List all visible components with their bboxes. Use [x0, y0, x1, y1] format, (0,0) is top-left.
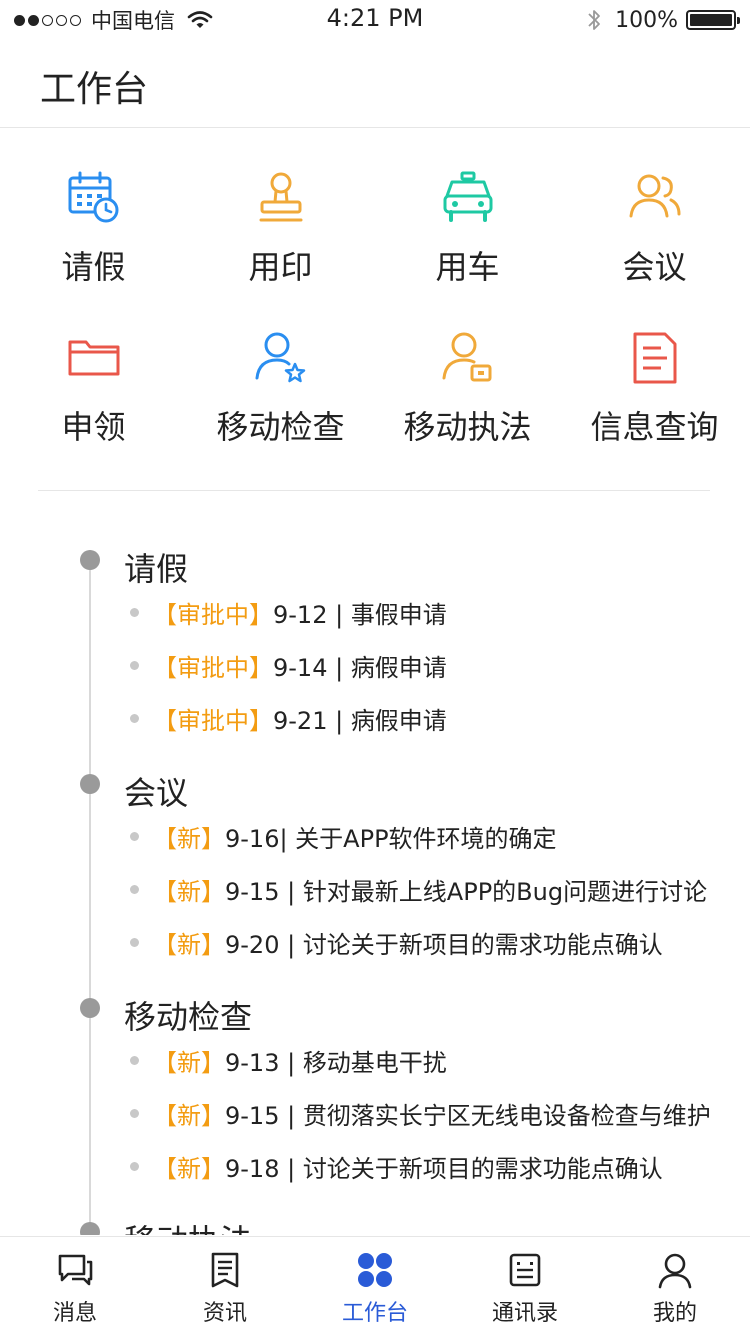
list-item[interactable]: 【审批中】 9-12 | 事假申请 — [130, 592, 447, 632]
tab-label: 工作台 — [341, 1301, 408, 1326]
bullet-icon — [130, 884, 139, 894]
news-icon — [211, 1252, 239, 1288]
contacts-icon — [509, 1253, 541, 1287]
grid-item-meeting[interactable]: 会议 — [561, 150, 748, 300]
bullet-icon — [130, 831, 139, 841]
timeline-dot — [80, 1222, 100, 1235]
status-tag: 【审批中】 — [153, 706, 273, 735]
tab-workbench[interactable]: 工作台 — [300, 1237, 450, 1334]
grid-item-info-query[interactable]: 信息查询 — [561, 310, 748, 460]
page-title: 工作台 — [40, 69, 149, 110]
status-tag: 【新】 — [153, 930, 225, 959]
status-tag: 【新】 — [153, 1048, 225, 1077]
user-badge-icon — [442, 332, 491, 382]
timeline-dot — [80, 998, 100, 1018]
bullet-icon — [130, 713, 139, 723]
list-item[interactable]: 【新】 9-13 | 移动基电干扰 — [130, 1040, 447, 1080]
bullet-icon — [130, 937, 139, 947]
list-item[interactable]: 【审批中】 9-14 | 病假申请 — [130, 645, 447, 685]
timeline-title[interactable]: 移动检查 — [124, 992, 252, 1038]
timeline-title[interactable]: 移动执法 — [124, 1216, 252, 1235]
bullet-icon — [130, 1055, 139, 1065]
grid-item-mobile-check[interactable]: 移动检查 — [187, 310, 374, 460]
grid-label: 移动检查 — [216, 408, 345, 446]
status-tag: 【新】 — [153, 1154, 225, 1183]
list-item[interactable]: 【新】 9-20 | 讨论关于新项目的需求功能点确认 — [130, 922, 663, 962]
battery-icon — [686, 10, 740, 30]
tab-label: 通讯录 — [491, 1301, 558, 1326]
profile-icon — [658, 1253, 692, 1289]
grid-label: 会议 — [622, 248, 687, 286]
grid-label: 信息查询 — [590, 408, 719, 446]
list-item[interactable]: 【新】 9-15 | 针对最新上线APP的Bug问题进行讨论 — [130, 869, 707, 909]
tab-messages[interactable]: 消息 — [0, 1237, 150, 1334]
document-icon — [633, 332, 676, 384]
stamp-icon — [259, 172, 302, 222]
status-tag: 【审批中】 — [153, 653, 273, 682]
section-divider — [38, 490, 710, 491]
grid-label: 用车 — [435, 248, 500, 286]
grid-item-apply[interactable]: 申领 — [0, 310, 187, 460]
calendar-clock-icon — [68, 171, 118, 223]
item-text: 9-20 | 讨论关于新项目的需求功能点确认 — [225, 930, 663, 959]
grid-label: 请假 — [61, 248, 126, 286]
item-text: 9-15 | 针对最新上线APP的Bug问题进行讨论 — [225, 877, 708, 906]
tab-label: 我的 — [652, 1301, 697, 1326]
timeline-dot — [80, 774, 100, 794]
battery-percent: 100% — [615, 7, 678, 33]
list-item[interactable]: 【审批中】 9-21 | 病假申请 — [130, 698, 447, 738]
item-text: 9-16| 关于APP软件环境的确定 — [225, 824, 557, 853]
timeline-title[interactable]: 请假 — [124, 544, 188, 590]
bullet-icon — [130, 607, 139, 617]
car-icon — [443, 171, 492, 222]
timeline: 请假 【审批中】 9-12 | 事假申请 【审批中】 9-14 | 病假申请 【… — [0, 520, 750, 1235]
item-text: 9-21 | 病假申请 — [273, 706, 447, 735]
workbench-icon — [358, 1253, 392, 1287]
tab-contacts[interactable]: 通讯录 — [450, 1237, 600, 1334]
grid-item-car[interactable]: 用车 — [374, 150, 561, 300]
list-item[interactable]: 【新】 9-16| 关于APP软件环境的确定 — [130, 816, 557, 856]
tab-label: 资讯 — [202, 1301, 247, 1326]
item-text: 9-18 | 讨论关于新项目的需求功能点确认 — [225, 1154, 663, 1183]
grid-item-mobile-enforce[interactable]: 移动执法 — [374, 310, 561, 460]
grid-item-seal[interactable]: 用印 — [187, 150, 374, 300]
timeline-dot — [80, 550, 100, 570]
bullet-icon — [130, 1108, 139, 1118]
grid-label: 用印 — [248, 248, 313, 286]
status-right: 100% — [587, 6, 740, 34]
list-item[interactable]: 【新】 9-18 | 讨论关于新项目的需求功能点确认 — [130, 1146, 663, 1186]
status-tag: 【新】 — [153, 1101, 225, 1130]
bullet-icon — [130, 660, 139, 670]
status-tag: 【新】 — [153, 824, 225, 853]
people-icon — [629, 174, 680, 218]
user-star-icon — [255, 332, 305, 383]
status-tag: 【新】 — [153, 877, 225, 906]
timeline-title[interactable]: 会议 — [124, 768, 188, 814]
tab-profile[interactable]: 我的 — [600, 1237, 750, 1334]
item-text: 9-14 | 病假申请 — [273, 653, 447, 682]
status-bar: 中国电信 4:21 PM 100% — [0, 0, 750, 40]
tab-bar: 消息 资讯 工作台 通讯录 我的 — [0, 1236, 750, 1334]
tab-news[interactable]: 资讯 — [150, 1237, 300, 1334]
grid-label: 移动执法 — [403, 408, 532, 446]
grid-item-leave[interactable]: 请假 — [0, 150, 187, 300]
item-text: 9-13 | 移动基电干扰 — [225, 1048, 447, 1077]
folder-icon — [68, 340, 119, 376]
list-item[interactable]: 【新】 9-15 | 贯彻落实长宁区无线电设备检查与维护 — [130, 1093, 711, 1133]
item-text: 9-15 | 贯彻落实长宁区无线电设备检查与维护 — [225, 1101, 711, 1130]
item-text: 9-12 | 事假申请 — [273, 600, 447, 629]
chat-icon — [58, 1254, 93, 1286]
bluetooth-icon — [588, 10, 600, 30]
status-tag: 【审批中】 — [153, 600, 273, 629]
grid-label: 申领 — [61, 408, 126, 446]
tab-label: 消息 — [52, 1301, 97, 1326]
timeline-line — [89, 550, 91, 1235]
bullet-icon — [130, 1161, 139, 1171]
app-header: 工作台 — [0, 40, 750, 128]
